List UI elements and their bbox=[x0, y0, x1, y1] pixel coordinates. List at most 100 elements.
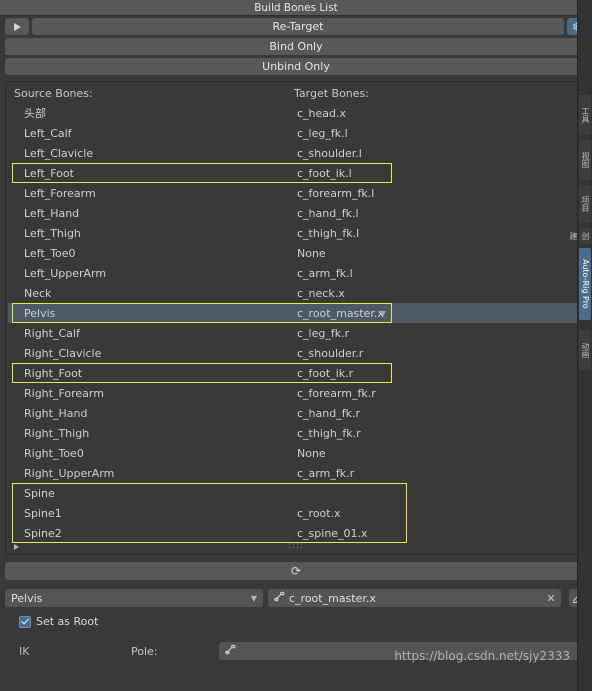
table-row[interactable]: 头部 c_head.x bbox=[8, 103, 584, 123]
table-row[interactable]: Right_Toe0 None bbox=[8, 443, 584, 463]
source-bone-cell: Right_Calf bbox=[24, 326, 80, 340]
action-button-strip: Re-Target ❄ Bind Only Unbind Only bbox=[0, 16, 592, 75]
table-row[interactable]: Left_UpperArm c_arm_fk.l bbox=[8, 263, 584, 283]
target-bone-cell: c_head.x bbox=[297, 106, 347, 120]
target-bone-cell: None bbox=[297, 446, 326, 460]
source-bone-cell: Left_Clavicle bbox=[24, 146, 94, 160]
table-row[interactable]: Left_Hand c_hand_fk.l bbox=[8, 203, 584, 223]
target-bone-cell: c_root.x bbox=[297, 506, 341, 520]
vertical-tab-1[interactable]: 视图 bbox=[579, 140, 591, 180]
resize-grip-icon[interactable]: :::: bbox=[288, 541, 304, 551]
source-bone-cell: 头部 bbox=[24, 107, 46, 120]
source-bone-cell: Right_Clavicle bbox=[24, 346, 102, 360]
table-row[interactable]: Right_Hand c_hand_fk.r bbox=[8, 403, 584, 423]
expand-triangle-icon[interactable] bbox=[14, 544, 19, 550]
target-bone-cell: c_shoulder.l bbox=[297, 146, 362, 160]
target-bone-cell: None bbox=[297, 246, 326, 260]
target-bone-cell: c_arm_fk.r bbox=[297, 466, 355, 480]
play-button[interactable] bbox=[5, 18, 29, 35]
set-as-root-label: Set as Root bbox=[36, 615, 99, 628]
target-bone-cell: c_foot_ik.r bbox=[297, 366, 354, 380]
target-bone-cell: c_thigh_fk.l bbox=[297, 226, 360, 240]
row-chevron-down-icon: ▼ bbox=[379, 308, 386, 318]
vertical-tab-strip: 工具视图项目创建 Auto-Rig Pro 动画 bbox=[569, 0, 592, 691]
target-bone-cell: c_shoulder.r bbox=[297, 346, 364, 360]
source-bone-cell: Left_Hand bbox=[24, 206, 80, 220]
table-row[interactable]: Right_UpperArm c_arm_fk.r bbox=[8, 463, 584, 483]
table-row[interactable]: Right_Thigh c_thigh_fk.r bbox=[8, 423, 584, 443]
target-bone-cell: c_forearm_fk.l bbox=[297, 186, 375, 200]
source-bone-cell: Right_Hand bbox=[24, 406, 88, 420]
target-bone-cell: c_arm_fk.l bbox=[297, 266, 353, 280]
bones-list-panel[interactable]: Source Bones: Target Bones: 头部 c_head.x Le… bbox=[5, 81, 587, 555]
set-as-root-row[interactable]: Set as Root bbox=[5, 615, 587, 628]
table-row[interactable]: Right_Clavicle c_shoulder.r bbox=[8, 343, 584, 363]
bone-pair-row: Pelvis ▼ c_root_master.x ✕ bbox=[5, 589, 587, 607]
source-bone-cell: Right_Foot bbox=[24, 366, 83, 380]
vertical-tab-3[interactable]: 创建 bbox=[569, 228, 591, 244]
table-row[interactable]: Left_Thigh c_thigh_fk.l bbox=[8, 223, 584, 243]
source-bone-cell: Spine bbox=[24, 486, 55, 500]
source-bone-cell: Right_UpperArm bbox=[24, 466, 115, 480]
target-bone-cell: c_hand_fk.l bbox=[297, 206, 359, 220]
table-row[interactable]: Right_Calf c_leg_fk.r bbox=[8, 323, 584, 343]
vertical-tab-0[interactable]: 工具 bbox=[579, 95, 591, 135]
source-bone-cell: Spine1 bbox=[24, 506, 62, 520]
retarget-button[interactable]: Re-Target bbox=[32, 18, 564, 35]
table-row[interactable]: Pelvis ▼ c_root_master.x bbox=[8, 303, 584, 323]
retarget-row: Re-Target ❄ bbox=[5, 18, 587, 35]
chevron-down-icon: ▼ bbox=[250, 593, 257, 603]
unbind-only-button[interactable]: Unbind Only bbox=[5, 58, 587, 75]
list-column-headers: Source Bones: Target Bones: bbox=[6, 82, 586, 103]
source-bone-cell: Right_Forearm bbox=[24, 386, 104, 400]
target-bone-cell: c_hand_fk.r bbox=[297, 406, 360, 420]
bind-only-label: Bind Only bbox=[269, 40, 323, 53]
table-row[interactable]: Neck c_neck.x bbox=[8, 283, 584, 303]
pole-bone-icon bbox=[223, 644, 237, 658]
table-row[interactable]: Left_Clavicle c_shoulder.l bbox=[8, 143, 584, 163]
table-row[interactable]: Left_Calf c_leg_fk.l bbox=[8, 123, 584, 143]
target-bone-field[interactable]: c_root_master.x ✕ bbox=[268, 589, 561, 607]
bones-rows: 头部 c_head.x Left_Calf c_leg_fk.l Left_Clavic… bbox=[6, 103, 586, 543]
bind-only-button[interactable]: Bind Only bbox=[5, 38, 587, 55]
source-bone-cell: Spine2 bbox=[24, 526, 62, 540]
target-bone-value: c_root_master.x bbox=[289, 591, 376, 605]
pole-bone-icon-svg bbox=[224, 644, 235, 655]
table-row[interactable]: Spine1 c_root.x bbox=[8, 503, 584, 523]
bone-icon-svg bbox=[273, 591, 284, 602]
clear-icon[interactable]: ✕ bbox=[545, 592, 557, 605]
source-bone-cell: Left_UpperArm bbox=[24, 266, 107, 280]
vertical-tab-5[interactable]: 动画 bbox=[579, 330, 591, 370]
target-bone-cell: c_thigh_fk.r bbox=[297, 426, 361, 440]
table-row[interactable]: Right_Foot c_foot_ik.r bbox=[8, 363, 584, 383]
vertical-tab-4[interactable]: Auto-Rig Pro bbox=[579, 248, 591, 320]
table-row[interactable]: Left_Foot c_foot_ik.l bbox=[8, 163, 584, 183]
source-bone-cell: Left_Thigh bbox=[24, 226, 81, 240]
source-bone-dropdown[interactable]: Pelvis ▼ bbox=[5, 589, 263, 607]
source-bone-cell: Right_Toe0 bbox=[24, 446, 84, 460]
play-icon bbox=[13, 22, 21, 31]
source-bone-cell: Left_Calf bbox=[24, 126, 72, 140]
source-bone-cell: Right_Thigh bbox=[24, 426, 90, 440]
table-row[interactable]: Spine bbox=[8, 483, 584, 503]
source-bone-cell: Left_Forearm bbox=[24, 186, 96, 200]
table-row[interactable]: Left_Toe0 None bbox=[8, 243, 584, 263]
source-bone-value: Pelvis bbox=[11, 591, 43, 605]
table-row[interactable]: Left_Forearm c_forearm_fk.l bbox=[8, 183, 584, 203]
target-bone-cell: c_leg_fk.l bbox=[297, 126, 348, 140]
target-bone-cell: c_foot_ik.l bbox=[297, 166, 352, 180]
bone-icon bbox=[272, 591, 286, 605]
panel-title: Build Bones List bbox=[254, 1, 338, 14]
watermark-text: https://blog.csdn.net/sjy2333 bbox=[394, 649, 570, 663]
set-as-root-checkbox[interactable] bbox=[19, 615, 31, 628]
target-bone-cell: c_spine_01.x bbox=[297, 526, 368, 540]
table-row[interactable]: Right_Forearm c_forearm_fk.r bbox=[8, 383, 584, 403]
target-bones-header: Target Bones: bbox=[294, 87, 369, 100]
target-bone-cell: c_forearm_fk.r bbox=[297, 386, 376, 400]
unbind-only-label: Unbind Only bbox=[262, 60, 330, 73]
source-bone-cell: Left_Toe0 bbox=[24, 246, 76, 260]
vertical-tab-2[interactable]: 项目 bbox=[579, 185, 591, 223]
refresh-row: ⟳ bbox=[5, 562, 587, 580]
refresh-button[interactable]: ⟳ bbox=[5, 562, 587, 580]
target-bone-cell: c_leg_fk.r bbox=[297, 326, 350, 340]
